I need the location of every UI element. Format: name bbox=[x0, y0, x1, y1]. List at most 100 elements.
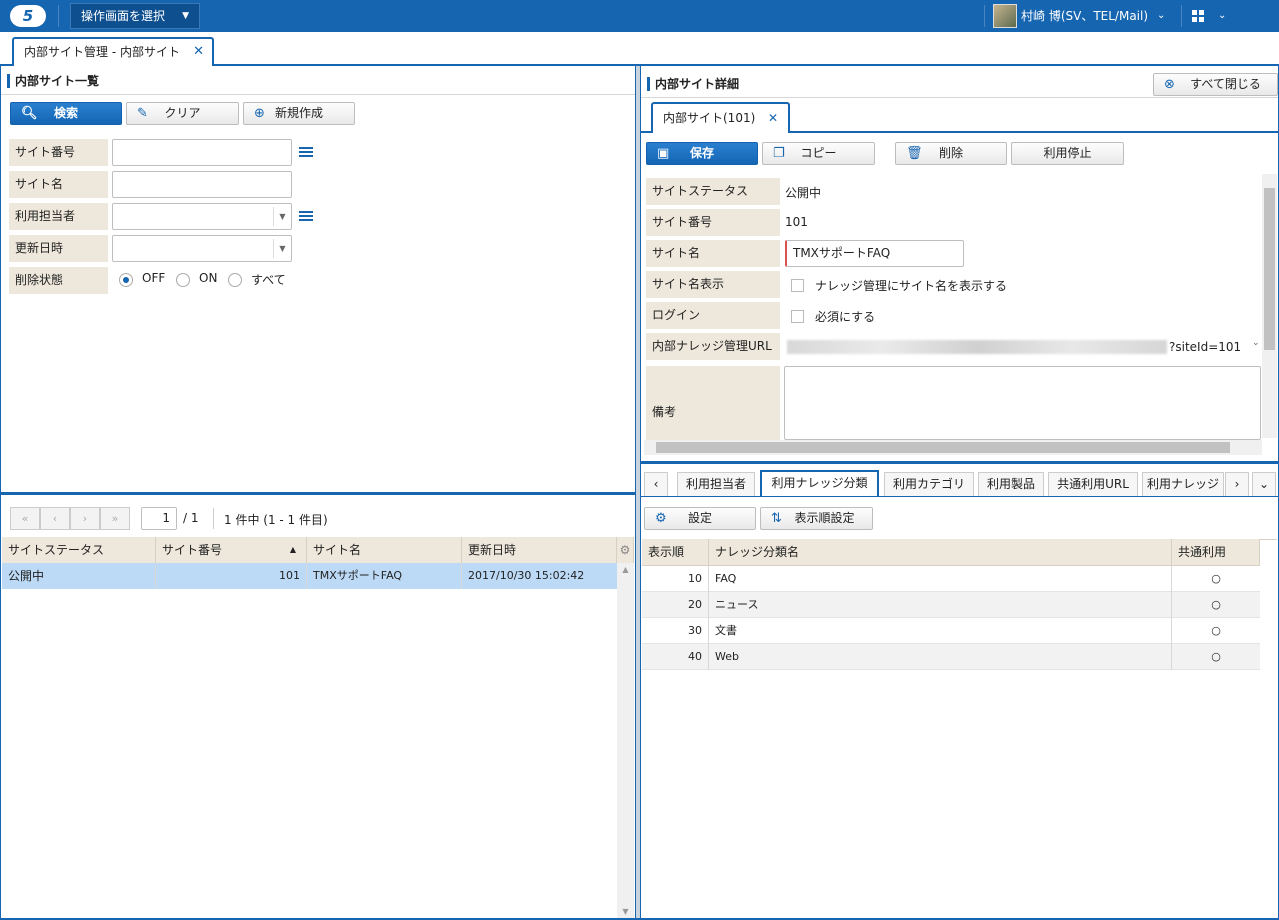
record-count: 1 件中 (1 - 1 件目) bbox=[224, 513, 328, 527]
col-header-shared[interactable]: 共通利用 bbox=[1172, 539, 1260, 566]
status-value: 公開中 bbox=[785, 186, 822, 200]
stop-use-button[interactable]: 利用停止 bbox=[1011, 142, 1124, 165]
radio-on[interactable] bbox=[176, 273, 190, 287]
sort-arrows-icon: ⇅ bbox=[771, 511, 782, 526]
close-windows-icon: ⊗ bbox=[1164, 77, 1175, 92]
radio-all[interactable] bbox=[228, 273, 242, 287]
copy-icon: ❐ bbox=[773, 146, 785, 161]
table-row[interactable]: 公開中 101 TMXサポートFAQ 2017/10/30 15:02:42 bbox=[2, 563, 617, 589]
tab-site-101[interactable]: 内部サイト(101) ✕ bbox=[651, 102, 790, 133]
col-header-order[interactable]: 表示順 bbox=[642, 539, 709, 566]
table-row[interactable]: 20 ニュース ○ bbox=[642, 592, 1260, 618]
splitter[interactable] bbox=[1, 492, 635, 495]
tab-label: 内部サイト(101) bbox=[663, 111, 756, 125]
chevron-down-icon: ▼ bbox=[182, 11, 189, 21]
subtab-category[interactable]: 利用カテゴリ bbox=[884, 472, 974, 496]
col-header-site-name[interactable]: サイト名 bbox=[307, 537, 462, 564]
col-header-site-no-label: サイト番号 bbox=[162, 543, 223, 557]
cell-status: 公開中 bbox=[2, 563, 156, 589]
cell-shared: ○ bbox=[1211, 598, 1221, 611]
subtab-shared-url[interactable]: 共通利用URL bbox=[1048, 472, 1138, 496]
tab-label: 内部サイト管理 - 内部サイト bbox=[24, 45, 180, 59]
apps-grid-icon[interactable] bbox=[1192, 10, 1204, 22]
col-header-site-no[interactable]: サイト番号 ▲ bbox=[156, 537, 307, 564]
owner-select[interactable]: ▼ bbox=[112, 203, 292, 230]
table-row[interactable]: 10 FAQ ○ bbox=[642, 566, 1260, 592]
chevron-down-icon[interactable]: ⌄ bbox=[1218, 0, 1226, 32]
site-name-input[interactable]: TMXサポートFAQ bbox=[785, 240, 964, 267]
subtab-menu[interactable]: ⌄ bbox=[1252, 472, 1276, 496]
clear-button[interactable]: ✎ クリア bbox=[126, 102, 239, 125]
cell-shared: ○ bbox=[1211, 624, 1221, 637]
radio-on-label: ON bbox=[199, 271, 218, 285]
deleted-label: 削除状態 bbox=[9, 267, 108, 294]
app-logo[interactable]: 5 bbox=[10, 5, 46, 27]
avatar[interactable] bbox=[993, 4, 1017, 28]
subtab-owner[interactable]: 利用担当者 bbox=[677, 472, 755, 496]
chevron-down-icon[interactable]: ⌄ bbox=[1157, 0, 1165, 32]
horizontal-scrollbar[interactable] bbox=[644, 440, 1262, 455]
cell-name: Web bbox=[709, 644, 1172, 670]
display-label: サイト名表示 bbox=[646, 271, 780, 298]
gear-icon[interactable]: ⚙ bbox=[617, 537, 634, 564]
col-header-status[interactable]: サイトステータス bbox=[2, 537, 156, 564]
cell-shared: ○ bbox=[1211, 572, 1221, 585]
page-input[interactable]: 1 bbox=[141, 507, 177, 530]
user-menu-label[interactable]: 村崎 博(SV、TEL/Mail) bbox=[1021, 0, 1148, 32]
delete-button[interactable]: 🗑︎ 削除 bbox=[895, 142, 1007, 165]
note-textarea[interactable] bbox=[784, 366, 1261, 440]
url-value: ?siteId=101 bbox=[1169, 340, 1242, 354]
updated-select[interactable]: ▼ bbox=[112, 235, 292, 262]
subtab-knowledge-category[interactable]: 利用ナレッジ分類 bbox=[760, 470, 879, 497]
close-all-button[interactable]: ⊗ すべて閉じる bbox=[1153, 73, 1278, 96]
site-name-input[interactable] bbox=[112, 171, 292, 198]
settings-button-label: 設定 bbox=[687, 511, 712, 525]
prev-page-button[interactable]: ‹ bbox=[40, 507, 70, 530]
chevron-down-icon: ▼ bbox=[273, 207, 291, 226]
col-header-category-name[interactable]: ナレッジ分類名 bbox=[709, 539, 1172, 566]
login-label: ログイン bbox=[646, 302, 780, 329]
table-row[interactable]: 40 Web ○ bbox=[642, 644, 1260, 670]
close-icon[interactable]: ✕ bbox=[193, 39, 204, 65]
updated-label: 更新日時 bbox=[9, 235, 108, 262]
search-icon: 🔍︎ bbox=[21, 106, 38, 121]
col-header-updated[interactable]: 更新日時 bbox=[462, 537, 617, 564]
radio-off[interactable] bbox=[119, 273, 133, 287]
subtab-knowledge[interactable]: 利用ナレッジ bbox=[1142, 472, 1224, 496]
display-site-name-text: ナレッジ管理にサイト名を表示する bbox=[815, 279, 1008, 293]
site-no-input[interactable] bbox=[112, 139, 292, 166]
settings-button[interactable]: ⚙ 設定 bbox=[644, 507, 756, 530]
subtab-product[interactable]: 利用製品 bbox=[978, 472, 1044, 496]
new-button[interactable]: ⊕ 新規作成 bbox=[243, 102, 355, 125]
vertical-scrollbar[interactable]: ▲ ▼ bbox=[617, 563, 634, 918]
close-icon[interactable]: ✕ bbox=[768, 104, 778, 132]
list-picker-icon[interactable] bbox=[299, 147, 313, 158]
tab-internal-site[interactable]: 内部サイト管理 - 内部サイト ✕ bbox=[12, 37, 214, 68]
search-button[interactable]: 🔍︎ 検索 bbox=[10, 102, 122, 125]
subtab-scroll-right[interactable]: › bbox=[1225, 472, 1249, 496]
save-button[interactable]: ▣ 保存 bbox=[646, 142, 758, 165]
splitter[interactable] bbox=[641, 461, 1278, 464]
cell-order: 10 bbox=[642, 566, 709, 592]
chevron-down-icon: ▼ bbox=[273, 239, 291, 258]
next-page-button[interactable]: › bbox=[70, 507, 100, 530]
cell-updated: 2017/10/30 15:02:42 bbox=[468, 569, 585, 582]
page-total: / 1 bbox=[183, 511, 199, 525]
blurred-url bbox=[787, 340, 1167, 354]
header-filler bbox=[1260, 539, 1277, 540]
display-site-name-checkbox[interactable] bbox=[791, 279, 804, 292]
subtab-scroll-left[interactable]: ‹ bbox=[644, 472, 668, 496]
first-page-button[interactable]: « bbox=[10, 507, 40, 530]
display-order-label: 表示順設定 bbox=[794, 511, 855, 525]
login-required-checkbox[interactable] bbox=[791, 310, 804, 323]
list-picker-icon[interactable] bbox=[299, 211, 313, 222]
table-row[interactable]: 30 文書 ○ bbox=[642, 618, 1260, 644]
trash-icon: 🗑︎ bbox=[906, 146, 923, 161]
copy-button[interactable]: ❐ コピー bbox=[762, 142, 875, 165]
screen-select-dropdown[interactable]: 操作画面を選択 ▼ bbox=[70, 3, 200, 29]
vertical-scrollbar[interactable] bbox=[1262, 174, 1277, 438]
chevron-down-icon[interactable]: ⌄ bbox=[1252, 338, 1260, 348]
display-order-button[interactable]: ⇅ 表示順設定 bbox=[760, 507, 873, 530]
last-page-button[interactable]: » bbox=[100, 507, 130, 530]
site-name-label: サイト名 bbox=[9, 171, 108, 198]
